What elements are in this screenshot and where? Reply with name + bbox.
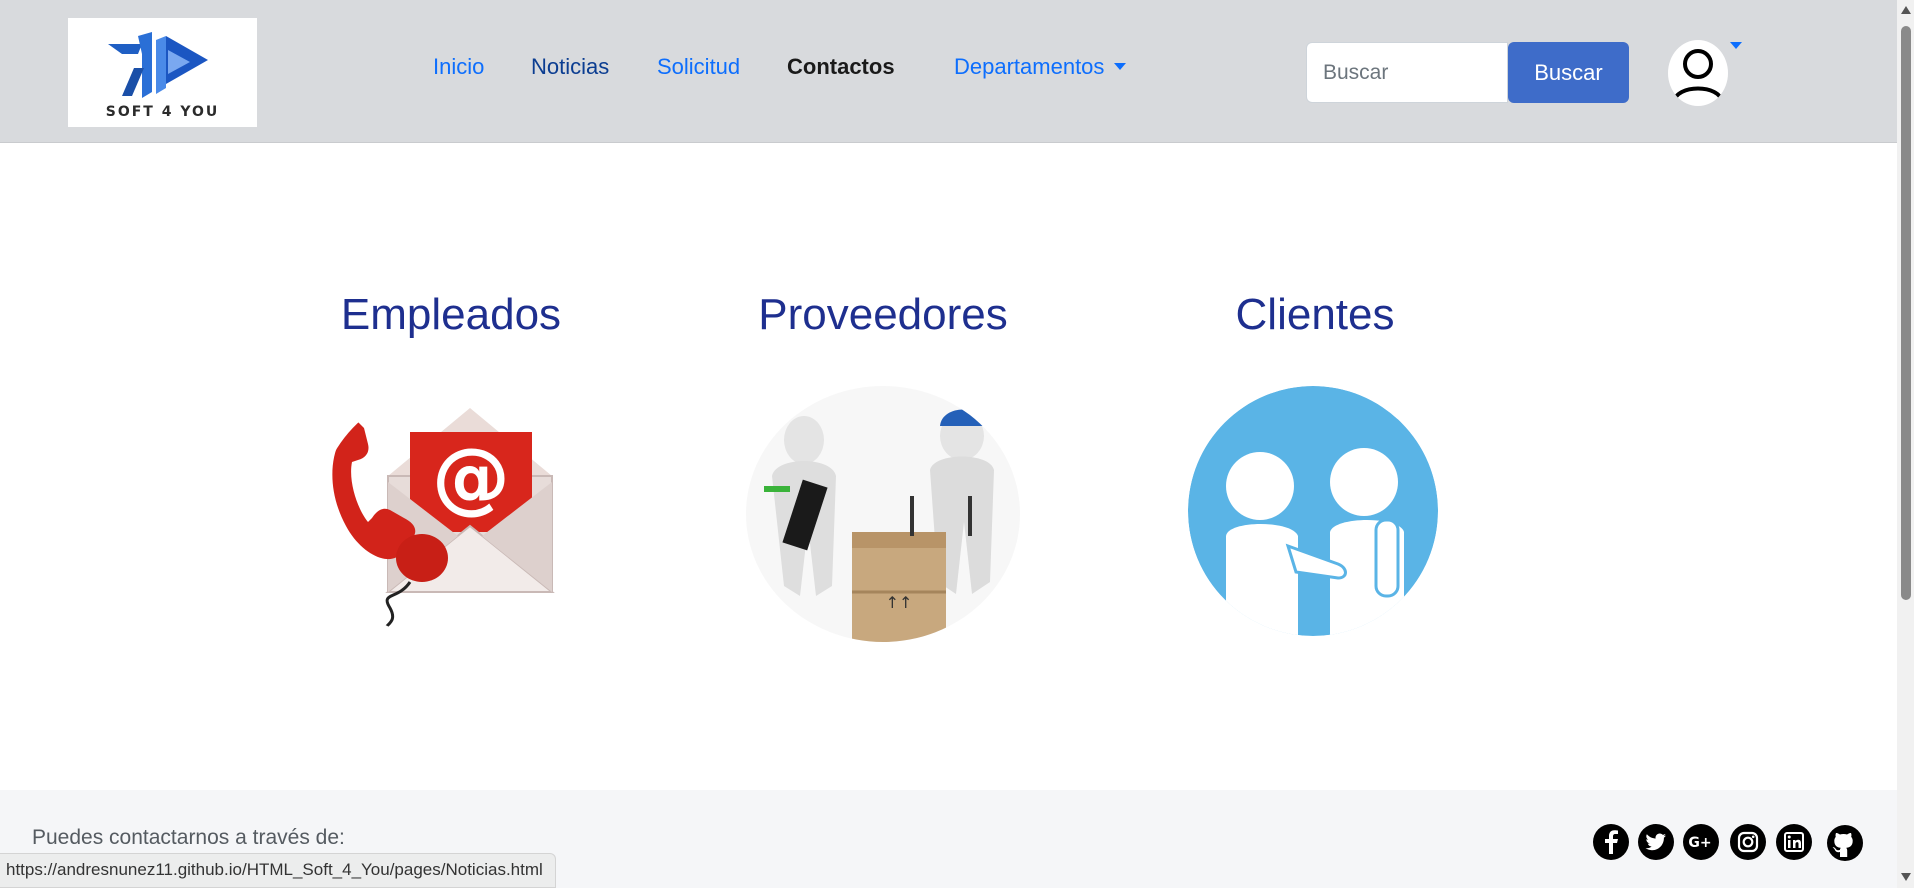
scroll-up-arrow-icon[interactable] <box>1901 6 1911 14</box>
scroll-down-arrow-icon[interactable] <box>1901 873 1911 881</box>
card-clientes: Clientes <box>1165 290 1465 340</box>
card-title-clientes: Clientes <box>1235 290 1395 339</box>
card-title-empleados: Empleados <box>340 290 562 339</box>
status-bar-url: https://andresnunez11.github.io/HTML_Sof… <box>0 853 556 888</box>
nav-solicitud[interactable]: Solicitud <box>657 54 740 80</box>
logo[interactable]: SOFT 4 YOU <box>68 18 257 127</box>
phone-email-icon[interactable]: @ <box>318 386 586 642</box>
svg-text:G+: G+ <box>1688 835 1711 851</box>
vertical-scrollbar[interactable] <box>1897 0 1914 888</box>
nav-contactos[interactable]: Contactos <box>787 54 895 80</box>
navbar: SOFT 4 YOU Inicio Noticias Solicitud Con… <box>0 0 1897 143</box>
footer-contact-text: Puedes contactarnos a través de: <box>32 826 345 849</box>
user-menu[interactable] <box>1666 36 1746 106</box>
svg-text:↑↑: ↑↑ <box>886 593 913 612</box>
google-plus-icon[interactable]: G+ <box>1683 824 1719 860</box>
linkedin-icon[interactable] <box>1776 824 1812 860</box>
supplier-delivery-icon[interactable]: ↑↑ <box>746 386 1020 642</box>
github-icon[interactable] <box>1826 824 1864 862</box>
card-proveedores: Proveedores <box>733 290 1033 340</box>
chevron-down-icon <box>1114 63 1127 70</box>
svg-text:@: @ <box>432 433 510 523</box>
facebook-icon[interactable] <box>1593 824 1629 860</box>
nav-departamentos-dropdown[interactable]: Departamentos <box>954 54 1127 80</box>
scroll-thumb[interactable] <box>1901 26 1911 600</box>
card-title-proveedores: Proveedores <box>758 290 1008 339</box>
search-input[interactable] <box>1306 42 1508 103</box>
nav-inicio[interactable]: Inicio <box>433 54 484 80</box>
page: SOFT 4 YOU Inicio Noticias Solicitud Con… <box>0 0 1914 888</box>
user-icon <box>1668 40 1728 106</box>
logo-text: SOFT 4 YOU <box>105 104 220 120</box>
handshake-icon[interactable] <box>1188 386 1438 636</box>
search-button[interactable]: Buscar <box>1508 42 1629 103</box>
logo-icon <box>108 32 208 98</box>
instagram-icon[interactable] <box>1730 824 1766 860</box>
twitter-icon[interactable] <box>1638 824 1674 860</box>
card-empleados: Empleados <box>301 290 601 340</box>
nav-departamentos-label: Departamentos <box>954 54 1105 79</box>
nav-noticias[interactable]: Noticias <box>531 54 609 80</box>
chevron-down-icon <box>1730 42 1742 49</box>
